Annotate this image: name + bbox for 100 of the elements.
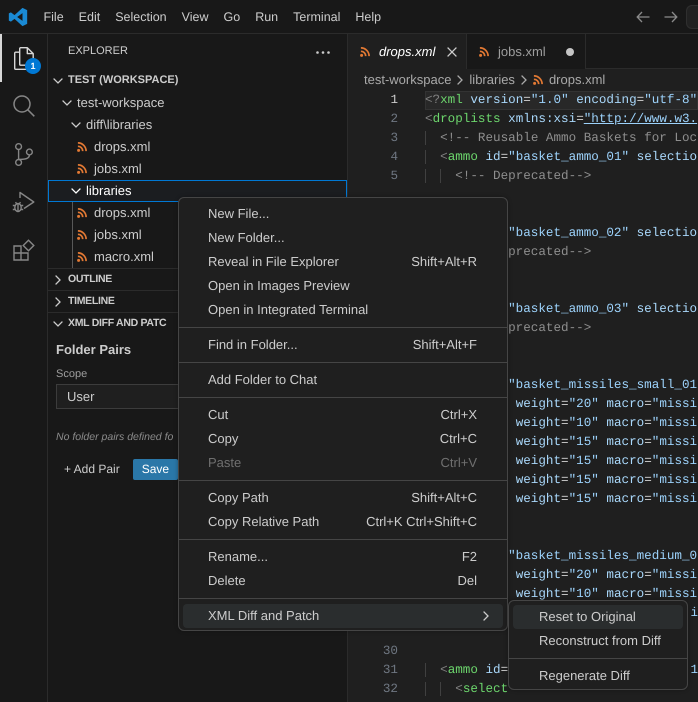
menu-bar-item[interactable]: Edit xyxy=(71,6,108,28)
count-badge: 1 xyxy=(25,58,41,74)
branch-icon xyxy=(14,142,32,166)
rss-icon xyxy=(532,75,543,85)
line-number: 1 xyxy=(390,93,398,107)
section-header[interactable]: TIMELINE xyxy=(50,295,115,308)
shortcut: Shift+Alt+C xyxy=(411,490,477,506)
shortcut: Ctrl+C xyxy=(440,431,477,447)
tree-item[interactable]: jobs.xml xyxy=(77,158,142,180)
tree-item[interactable]: diff\libraries xyxy=(68,114,152,136)
code-line: <ammo id="basket_ammo_01" selectio xyxy=(425,148,698,167)
section-header[interactable]: OUTLINE xyxy=(50,273,112,286)
code-line: weight="15" macro="missi xyxy=(514,472,698,489)
code-fragment: i xyxy=(690,605,698,622)
menu-bar-item[interactable]: File xyxy=(36,6,72,28)
line-number: 5 xyxy=(390,169,398,183)
menu-bar-item[interactable]: Selection xyxy=(108,6,174,28)
close-icon[interactable] xyxy=(447,46,457,56)
menu-bar-item[interactable]: View xyxy=(174,6,216,28)
line-number: 30 xyxy=(382,644,398,658)
blocks-icon xyxy=(12,239,34,261)
menu-item[interactable]: Add Folder to Chat xyxy=(183,368,503,392)
code-line: <select xyxy=(425,680,508,699)
code-line: <ammo id= xyxy=(425,661,508,680)
save-button[interactable]: Save xyxy=(132,459,178,480)
tree-item[interactable]: macro.xml xyxy=(77,246,154,268)
menu-item[interactable]: Open in Images Preview xyxy=(183,274,503,298)
menu-item[interactable]: New Folder... xyxy=(183,226,503,250)
line-number: 31 xyxy=(382,663,398,677)
shortcut: Ctrl+X xyxy=(440,407,477,423)
menu-item[interactable]: Copy Path Shift+Alt+C xyxy=(183,486,503,510)
tree-item[interactable]: drops.xml xyxy=(77,136,150,158)
field-label: Scope xyxy=(56,367,88,381)
menu-item[interactable]: Copy Ctrl+C xyxy=(183,427,503,451)
shortcut: F2 xyxy=(462,549,477,565)
menu-item[interactable]: Cut Ctrl+X xyxy=(183,403,503,427)
shortcut: Shift+Alt+F xyxy=(412,337,477,353)
code-line: "basket_missiles_medium_0 xyxy=(508,548,698,565)
menu-item[interactable]: Reveal in File Explorer Shift+Alt+R xyxy=(183,250,503,274)
menu-item[interactable]: Regenerate Diff xyxy=(513,664,683,688)
sidebar-title: EXPLORER xyxy=(68,45,128,59)
menu-item[interactable]: Delete Del xyxy=(183,569,503,593)
code-line: weight="10" macro="missi xyxy=(514,415,698,432)
rss-icon xyxy=(77,252,87,262)
tree-item[interactable]: jobs.xml xyxy=(77,224,142,246)
menu-item[interactable]: Reset to Original xyxy=(513,605,683,629)
editor-tab[interactable]: drops.xml xyxy=(348,34,467,69)
chevron-down-icon[interactable] xyxy=(53,78,63,84)
files-icon xyxy=(14,46,34,70)
code-line: "basket_ammo_02" selectio xyxy=(508,225,698,242)
activity-bar-item[interactable]: 1 xyxy=(0,34,47,82)
menu-item[interactable]: Open in Integrated Terminal xyxy=(183,298,503,322)
breadcrumb-item[interactable]: drops.xml xyxy=(532,72,606,88)
code-line: weight="15" macro="missi xyxy=(514,453,698,470)
code-line: weight="10" macro="missi xyxy=(514,586,698,603)
shortcut: Ctrl+K Ctrl+Shift+C xyxy=(366,514,477,530)
shortcut: Del xyxy=(457,573,477,589)
menu-item[interactable]: Copy Relative Path Ctrl+K Ctrl+Shift+C xyxy=(183,510,503,534)
title-bar-field[interactable] xyxy=(686,4,698,28)
code-fragment: 1 xyxy=(690,662,698,679)
breadcrumb-item[interactable]: test-workspace xyxy=(364,72,452,88)
code-line: weight="15" macro="missi xyxy=(514,491,698,508)
tree-item[interactable]: test-workspace xyxy=(59,92,164,114)
tree-item[interactable]: drops.xml xyxy=(77,202,150,224)
code-line: "basket_ammo_03" selectio xyxy=(508,301,698,318)
section-header[interactable]: XML DIFF AND PATC xyxy=(50,317,166,330)
chevron-right-icon xyxy=(457,75,464,85)
menu-item[interactable]: New File... xyxy=(183,202,503,226)
rss-icon xyxy=(77,164,87,174)
menu-bar-item[interactable]: Go xyxy=(216,6,248,28)
empty-note: No folder pairs defined fo xyxy=(56,430,174,444)
chevron-right-icon[interactable] xyxy=(55,274,61,284)
chevron-right-icon[interactable] xyxy=(55,296,61,306)
add-pair-button[interactable]: + Add Pair xyxy=(58,459,126,480)
chevron-right-icon xyxy=(520,75,527,85)
menu-item[interactable]: Find in Folder... Shift+Alt+F xyxy=(183,333,503,357)
line-number: 2 xyxy=(390,112,398,126)
workspace-header[interactable]: TEST (WORKSPACE) xyxy=(50,70,178,92)
right-arrow-icon[interactable] xyxy=(664,10,678,22)
chevron-down-icon[interactable] xyxy=(53,320,63,326)
menu-bar-item[interactable]: Terminal xyxy=(286,6,348,28)
code-line: precated--> xyxy=(508,244,592,261)
shortcut: Shift+Alt+R xyxy=(411,254,477,270)
menu-item[interactable]: XML Diff and Patch xyxy=(183,604,503,628)
menu-bar-item[interactable]: Help xyxy=(348,6,389,28)
chevron-down-icon[interactable] xyxy=(71,122,81,128)
more-icon[interactable] xyxy=(316,50,330,54)
menu-item[interactable]: Rename... F2 xyxy=(183,545,503,569)
editor-tab[interactable]: jobs.xml xyxy=(467,34,586,69)
menu-item[interactable]: Reconstruct from Diff xyxy=(513,629,683,653)
code-line: weight="20" macro="missi xyxy=(514,396,698,413)
menu-bar-item[interactable]: Run xyxy=(248,6,286,28)
line-number: 32 xyxy=(382,682,398,696)
breadcrumb-item[interactable]: libraries xyxy=(469,72,515,88)
panel-heading: Folder Pairs xyxy=(56,342,132,358)
chevron-down-icon[interactable] xyxy=(62,100,72,106)
logo-icon xyxy=(8,6,28,26)
code-line: <!-- Deprecated--> xyxy=(425,167,592,186)
play-bug-icon xyxy=(12,191,35,213)
left-arrow-icon[interactable] xyxy=(636,10,650,22)
